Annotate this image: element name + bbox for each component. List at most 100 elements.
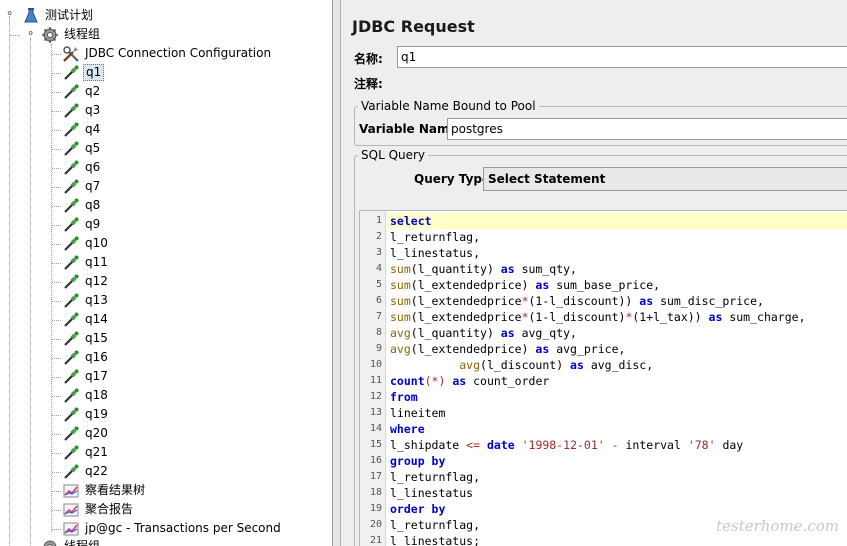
sql-text: count_order bbox=[466, 374, 550, 388]
tree-node-sampler-q19[interactable]: q19 bbox=[62, 405, 110, 424]
code-line[interactable]: avg(l_discount) as avg_disc, bbox=[390, 357, 653, 373]
tree-guide-line bbox=[52, 472, 61, 473]
code-line[interactable]: count(*) as count_order bbox=[390, 373, 549, 389]
code-line[interactable]: sum(l_extendedprice*(1-l_discount)*(1+l_… bbox=[390, 309, 806, 325]
tree-node-jdbc-config[interactable]: JDBC Connection Configuration bbox=[62, 44, 273, 63]
tree-node-sampler-q11[interactable]: q11 bbox=[62, 253, 110, 272]
code-line[interactable]: sum(l_extendedprice*(1-l_discount)) as s… bbox=[390, 293, 764, 309]
code-line[interactable]: avg(l_extendedprice) as avg_price, bbox=[390, 341, 625, 357]
sql-text: sum_base_price, bbox=[549, 278, 661, 292]
comment-input[interactable] bbox=[397, 71, 847, 93]
tree-node-sampler-q18[interactable]: q18 bbox=[62, 386, 110, 405]
code-line[interactable]: sum(l_quantity) as sum_qty, bbox=[390, 261, 577, 277]
variable-name-input[interactable]: postgres bbox=[447, 118, 847, 140]
pipette-sampler-icon bbox=[64, 236, 79, 251]
tree-node-label: q13 bbox=[85, 293, 108, 307]
code-line[interactable]: l_linestatus; bbox=[390, 533, 480, 546]
test-plan-tree[interactable]: ⚬ 测试计划 ⚬ 线程组 JDBC Connection Configurati… bbox=[0, 0, 333, 546]
splitter-handle[interactable] bbox=[334, 0, 341, 546]
sql-text: l_returnflag, bbox=[390, 470, 481, 484]
tree-node-label: q17 bbox=[85, 369, 108, 383]
tree-toggle-collapse-icon[interactable]: ⚬ bbox=[26, 28, 35, 39]
sql-keyword: as bbox=[708, 310, 723, 324]
tree-guide-line bbox=[52, 282, 61, 283]
tree-node-sampler-q9[interactable]: q9 bbox=[62, 215, 102, 234]
tree-guide-line bbox=[52, 510, 61, 511]
tree-node-label: q3 bbox=[85, 103, 101, 117]
code-line[interactable]: l_returnflag, bbox=[390, 229, 480, 245]
test-plan-flask-icon bbox=[24, 7, 38, 22]
query-type-select[interactable]: Select Statement bbox=[483, 167, 847, 191]
sql-text: (l_extendedprice bbox=[410, 310, 522, 324]
sql-text: l_shipdate bbox=[390, 438, 467, 452]
tree-node-thread-group-2[interactable]: 线程组 bbox=[41, 537, 102, 546]
code-line[interactable]: l_shipdate <= date '1998-12-01' - interv… bbox=[390, 437, 743, 453]
code-line[interactable]: lineitem bbox=[390, 405, 445, 421]
line-number: 17 bbox=[369, 471, 382, 482]
tree-node-sampler-q15[interactable]: q15 bbox=[62, 329, 110, 348]
tree-node-sampler-q8[interactable]: q8 bbox=[62, 196, 102, 215]
tree-node-label: 线程组 bbox=[64, 27, 101, 41]
tree-node-sampler-q16[interactable]: q16 bbox=[62, 348, 110, 367]
tree-node-sampler-q13[interactable]: q13 bbox=[62, 291, 110, 310]
tree-node-sampler-q6[interactable]: q6 bbox=[62, 158, 102, 177]
tree-guide-line bbox=[52, 187, 61, 188]
code-line[interactable]: where bbox=[390, 421, 425, 437]
tree-guide-line bbox=[52, 54, 61, 55]
tree-node-sampler-q3[interactable]: q3 bbox=[62, 101, 102, 120]
pipette-sampler-icon bbox=[64, 407, 79, 422]
code-line[interactable]: avg(l_quantity) as avg_qty, bbox=[390, 325, 577, 341]
tree-node-sampler-q22[interactable]: q22 bbox=[62, 462, 110, 481]
tree-node-test-plan[interactable]: 测试计划 bbox=[22, 6, 95, 25]
listener-graph-icon bbox=[63, 522, 79, 535]
code-line[interactable]: l_returnflag, bbox=[390, 469, 480, 485]
tree-node-sampler-q5[interactable]: q5 bbox=[62, 139, 102, 158]
page-title: JDBC Request bbox=[352, 17, 475, 36]
tree-node-sampler-q12[interactable]: q12 bbox=[62, 272, 110, 291]
tree-node-sampler-q20[interactable]: q20 bbox=[62, 424, 110, 443]
tree-guide-line bbox=[52, 491, 61, 492]
sql-function: sum bbox=[390, 310, 411, 324]
name-input[interactable]: q1 bbox=[397, 46, 847, 68]
sql-function: sum bbox=[390, 278, 411, 292]
sql-text: (1-l_discount) bbox=[528, 310, 626, 324]
sql-text: (l_extendedprice) bbox=[410, 342, 536, 356]
tree-guide-line bbox=[52, 130, 61, 131]
sql-text: (l_quantity) bbox=[410, 262, 501, 276]
tree-guide-line bbox=[52, 301, 61, 302]
tree-guide-line bbox=[52, 339, 61, 340]
code-line[interactable]: sum(l_extendedprice) as sum_base_price, bbox=[390, 277, 660, 293]
sql-keyword: as bbox=[570, 358, 584, 372]
code-line[interactable]: l_linestatus, bbox=[390, 245, 480, 261]
line-number: 11 bbox=[369, 375, 382, 386]
code-line[interactable]: order by bbox=[390, 501, 445, 517]
code-line[interactable]: from bbox=[390, 389, 418, 405]
sql-keyword: from bbox=[390, 390, 418, 404]
sql-text: avg_qty, bbox=[514, 326, 577, 340]
tree-node-listener-2[interactable]: jp@gc - Transactions per Second bbox=[62, 519, 283, 538]
tree-node-sampler-q1[interactable]: q1 bbox=[62, 63, 105, 82]
sql-query-editor[interactable]: 1 2 3 4 5 6 7 8 9 10 11 12 13 14 15 16 17 18 19 20 21 select… bbox=[359, 210, 847, 546]
tree-node-listener-1[interactable]: 聚合报告 bbox=[62, 500, 135, 519]
tree-node-thread-group[interactable]: 线程组 bbox=[41, 25, 102, 44]
tree-node-listener-0[interactable]: 察看结果树 bbox=[62, 481, 147, 500]
tree-toggle-collapse-icon[interactable]: ⚬ bbox=[5, 8, 14, 19]
tree-node-sampler-q17[interactable]: q17 bbox=[62, 367, 110, 386]
line-number: 18 bbox=[369, 487, 382, 498]
code-line[interactable]: l_linestatus bbox=[390, 485, 473, 501]
line-number: 14 bbox=[369, 423, 382, 434]
code-line[interactable]: select bbox=[390, 213, 432, 229]
tree-node-sampler-q21[interactable]: q21 bbox=[62, 443, 110, 462]
tree-guide-line bbox=[52, 320, 61, 321]
sql-keyword: count bbox=[390, 374, 425, 388]
line-number: 6 bbox=[375, 295, 382, 306]
code-line[interactable]: group by bbox=[390, 453, 445, 469]
tree-node-sampler-q4[interactable]: q4 bbox=[62, 120, 102, 139]
tree-node-sampler-q10[interactable]: q10 bbox=[62, 234, 110, 253]
code-line[interactable]: l_returnflag, bbox=[390, 517, 480, 533]
tree-node-sampler-q2[interactable]: q2 bbox=[62, 82, 102, 101]
tree-node-sampler-q14[interactable]: q14 bbox=[62, 310, 110, 329]
tree-node-sampler-q7[interactable]: q7 bbox=[62, 177, 102, 196]
sql-text: day bbox=[715, 438, 744, 452]
